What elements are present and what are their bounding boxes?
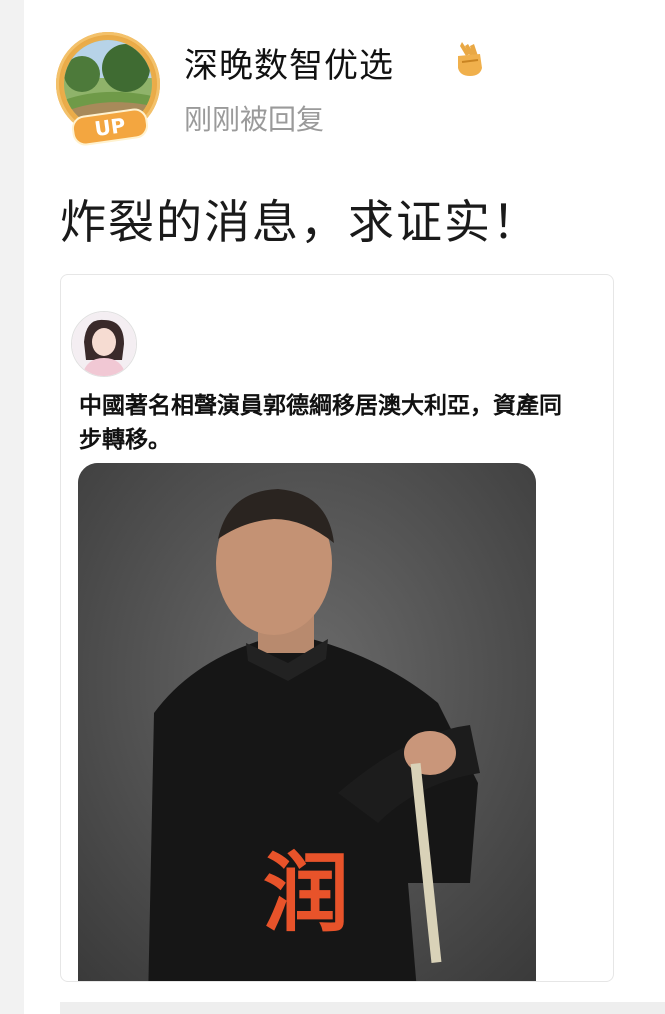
reply-status: 刚刚被回复: [184, 103, 325, 136]
bottom-divider: [60, 1002, 665, 1014]
author-avatar[interactable]: UP: [52, 28, 170, 148]
overlay-character: 润: [263, 844, 349, 944]
post-card: UP 深晚数智优选 刚刚被回复 炸裂的消息，求证实！ 中國著名相聲演員郭德綱移居…: [24, 0, 665, 1014]
embedded-post[interactable]: 中國著名相聲演員郭德綱移居澳大利亞，資產同步轉移。 润: [60, 274, 614, 982]
embedded-author-avatar[interactable]: [71, 311, 137, 377]
thumbs-up-badge-icon: [452, 40, 488, 80]
author-name[interactable]: 深晚数智优选: [184, 38, 394, 87]
post-body-text: 炸裂的消息，求证实！: [60, 195, 540, 249]
embedded-post-photo[interactable]: 润: [78, 463, 536, 981]
embedded-post-text: 中國著名相聲演員郭德綱移居澳大利亞，資產同步轉移。: [79, 393, 562, 453]
